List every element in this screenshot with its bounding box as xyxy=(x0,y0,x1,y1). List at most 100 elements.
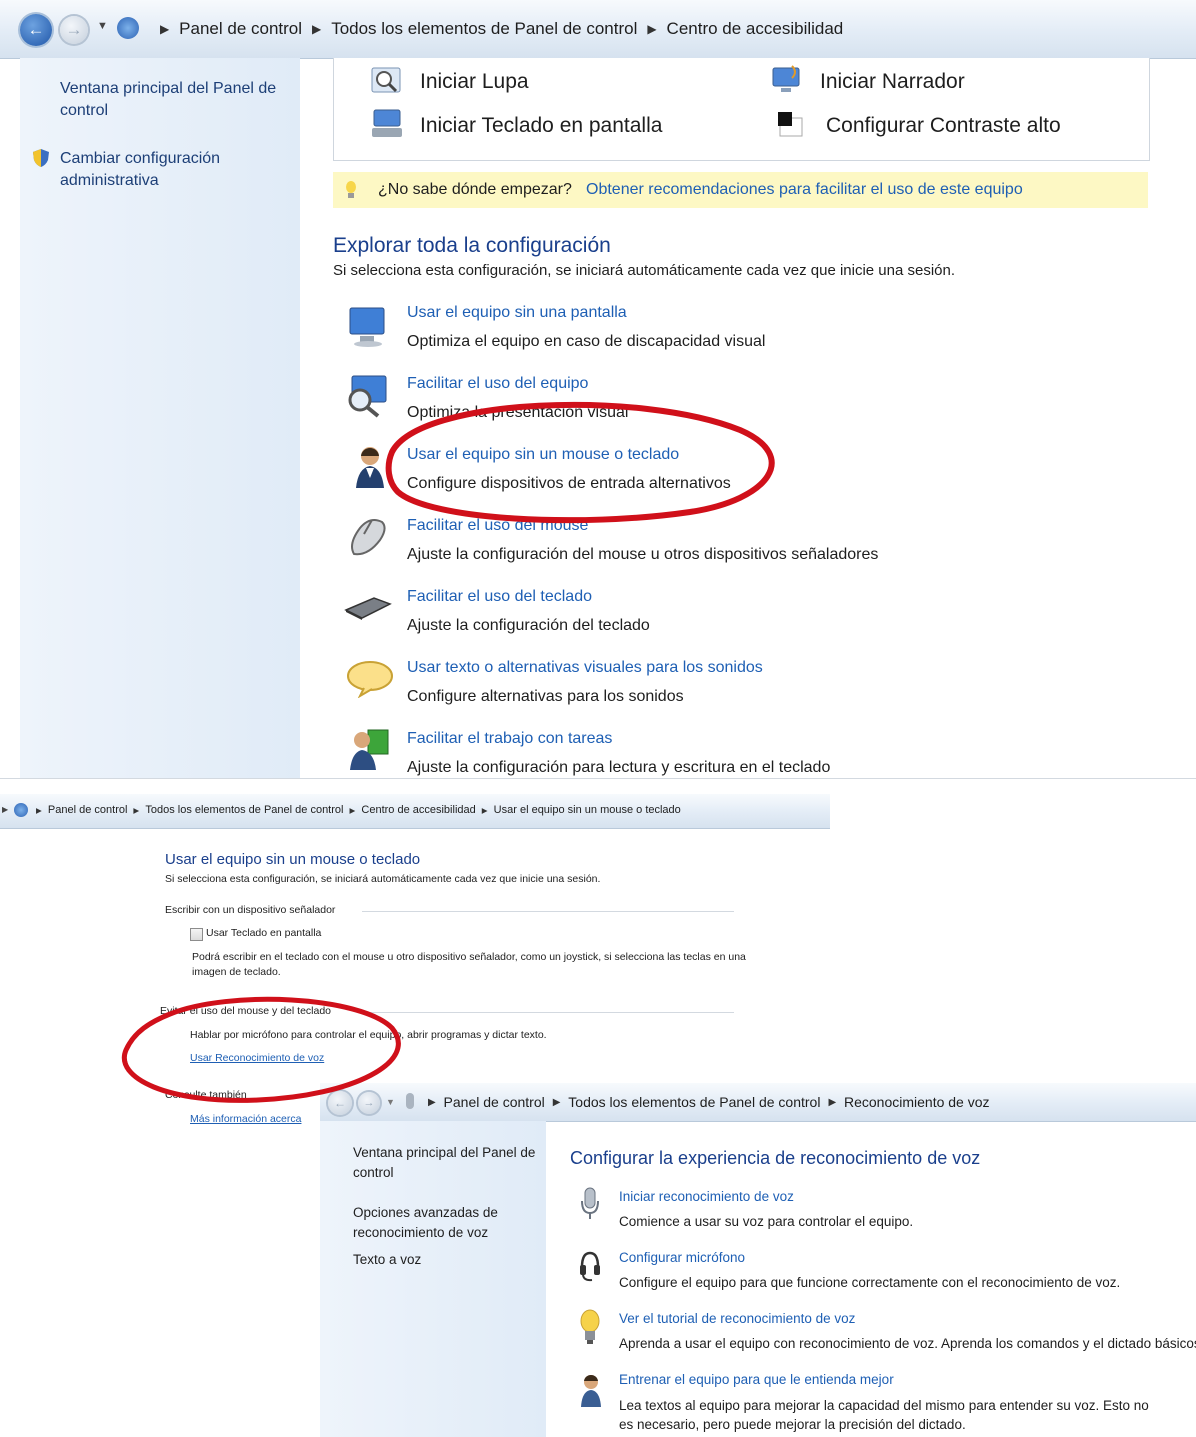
breadcrumb-separator-icon: ▶ xyxy=(647,22,657,36)
shield-icon xyxy=(32,148,50,168)
window-speech-recognition: ← → ▼ ▶ Panel de control ▶ Todos los ele… xyxy=(320,1083,1196,1437)
item-mouse-link[interactable]: Facilitar el uso del mouse xyxy=(407,517,588,535)
configure-microphone-link[interactable]: Configurar micrófono xyxy=(619,1250,745,1265)
checkbox-label[interactable]: Usar Teclado en pantalla xyxy=(206,927,321,939)
item-mouse-desc: Ajuste la configuración del mouse u otro… xyxy=(407,546,879,563)
forward-button[interactable]: → xyxy=(358,1092,380,1114)
item-easier-computer-desc: Optimiza la presentación visual xyxy=(407,404,629,421)
start-speech-link[interactable]: Iniciar reconocimiento de voz xyxy=(619,1189,794,1204)
breadcrumb-separator-icon: ▶ xyxy=(36,805,42,815)
breadcrumb: ▶ Panel de control ▶ Todos los elementos… xyxy=(150,19,843,39)
quick-tools-panel: Iniciar Lupa Iniciar Narrador Iniciar Te… xyxy=(333,58,1150,161)
left-link-admin[interactable]: Cambiar configuración administrativa xyxy=(60,148,260,192)
page-title: Usar el equipo sin un mouse o teclado xyxy=(165,851,421,868)
section-avoid-mouse-keyboard: Evitar el uso del mouse y del teclado xyxy=(160,1005,332,1017)
breadcrumb-item[interactable]: Panel de control xyxy=(444,1094,545,1110)
breadcrumb-separator-icon: ▶ xyxy=(312,22,322,36)
item-no-mouse-link[interactable]: Usar el equipo sin un mouse o teclado xyxy=(407,446,679,464)
item-easier-computer-link[interactable]: Facilitar el uso del equipo xyxy=(407,375,588,393)
microphone-icon xyxy=(580,1187,600,1221)
section-pointing-device: Escribir con un dispositivo señalador xyxy=(165,904,336,916)
quick-tool-magnifier[interactable]: Iniciar Lupa xyxy=(420,70,529,94)
left-link-text-to-speech[interactable]: Texto a voz xyxy=(353,1252,421,1267)
history-dropdown-icon[interactable]: ▼ xyxy=(97,20,108,32)
quick-tool-contrast[interactable]: Configurar Contraste alto xyxy=(826,114,1061,138)
page-subtitle: Si selecciona esta configuración, se ini… xyxy=(165,873,601,885)
checkbox-description: Podrá escribir en el teclado con el mous… xyxy=(192,951,746,978)
left-link-main[interactable]: Ventana principal del Panel de control xyxy=(60,78,300,122)
narrator-icon xyxy=(770,64,804,96)
mouse-icon xyxy=(346,514,392,560)
left-pane: Ventana principal del Panel de control O… xyxy=(320,1121,546,1437)
headset-icon xyxy=(578,1249,602,1283)
breadcrumb-separator-icon: ▶ xyxy=(552,1096,561,1108)
history-dropdown-icon[interactable]: ▼ xyxy=(386,1097,395,1107)
address-bar[interactable]: ← → ▼ ▶ Panel de control ▶ Todos los ele… xyxy=(320,1083,1196,1122)
tip-recommendations-link[interactable]: Obtener recomendaciones para facilitar e… xyxy=(586,181,1023,199)
section-see-also: Consulte también xyxy=(165,1089,247,1101)
more-info-link[interactable]: Más información acerca xyxy=(190,1113,301,1125)
control-panel-icon xyxy=(117,17,139,39)
breadcrumb: ▶ Panel de control ▶ Todos los elementos… xyxy=(420,1094,990,1110)
breadcrumb-separator-icon: ▶ xyxy=(828,1096,836,1108)
left-link-main[interactable]: Ventana principal del Panel de control xyxy=(353,1143,543,1183)
item-keyboard-desc: Ajuste la configuración del teclado xyxy=(407,617,650,634)
breadcrumb-item[interactable]: Panel de control xyxy=(48,804,128,816)
person-icon xyxy=(580,1373,602,1409)
back-button[interactable]: ← xyxy=(328,1091,352,1115)
keyboard-icon xyxy=(344,592,392,622)
breadcrumb-item[interactable]: Panel de control xyxy=(179,19,302,39)
forward-button[interactable]: → xyxy=(60,16,88,44)
speech-recognition-link[interactable]: Usar Reconocimiento de voz xyxy=(190,1052,324,1064)
start-speech-desc: Comience a usar su voz para controlar el… xyxy=(619,1214,914,1229)
back-button[interactable]: ← xyxy=(20,14,52,46)
speech-bubble-icon xyxy=(346,658,394,698)
quick-tool-keyboard[interactable]: Iniciar Teclado en pantalla xyxy=(420,114,662,138)
forward-arrow-icon: → xyxy=(65,20,83,39)
page-title: Configurar la experiencia de reconocimie… xyxy=(570,1148,981,1168)
history-dropdown-icon[interactable]: ▶ xyxy=(2,805,8,814)
back-arrow-icon: ← xyxy=(334,1096,346,1110)
breadcrumb-item[interactable]: Centro de accesibilidad xyxy=(361,804,475,816)
address-bar[interactable]: ▶ ▶ Panel de control ▶ Todos los element… xyxy=(0,794,830,829)
quick-tool-narrator[interactable]: Iniciar Narrador xyxy=(820,70,965,94)
item-sounds-desc: Configure alternativas para los sonidos xyxy=(407,688,684,705)
breadcrumb-item[interactable]: Todos los elementos de Panel de control xyxy=(145,804,343,816)
train-computer-desc: Lea textos al equipo para mejorar la cap… xyxy=(619,1398,1149,1432)
tutorial-link[interactable]: Ver el tutorial de reconocimiento de voz xyxy=(619,1311,855,1326)
lightbulb-icon xyxy=(345,180,357,200)
explore-subtitle: Si selecciona esta configuración, se ini… xyxy=(333,262,956,279)
item-sounds-link[interactable]: Usar texto o alternativas visuales para … xyxy=(407,659,763,677)
breadcrumb-separator-icon: ▶ xyxy=(481,805,488,815)
microphone-small-icon xyxy=(406,1093,414,1109)
back-arrow-icon: ← xyxy=(27,20,45,39)
on-screen-keyboard-checkbox[interactable] xyxy=(190,928,203,941)
item-no-screen-desc: Optimiza el equipo en caso de discapacid… xyxy=(407,333,766,350)
breadcrumb-item[interactable]: Reconocimiento de voz xyxy=(844,1094,990,1110)
breadcrumb-item[interactable]: Centro de accesibilidad xyxy=(667,19,844,39)
window-bottom-divider xyxy=(0,778,1196,779)
item-keyboard-link[interactable]: Facilitar el uso del teclado xyxy=(407,588,592,606)
tasks-person-icon xyxy=(346,726,392,772)
section-divider xyxy=(362,1012,734,1013)
monitor-narrator-icon xyxy=(346,304,390,348)
control-panel-icon xyxy=(14,803,28,817)
tip-bar: ¿No sabe dónde empezar? Obtener recomend… xyxy=(333,172,1148,208)
explore-title: Explorar toda la configuración xyxy=(333,234,611,257)
breadcrumb-separator-icon: ▶ xyxy=(349,805,356,815)
breadcrumb-item[interactable]: Todos los elementos de Panel de control xyxy=(331,19,637,39)
configure-microphone-desc: Configure el equipo para que funcione co… xyxy=(619,1275,1121,1290)
section-divider xyxy=(362,911,734,912)
item-no-mouse-desc: Configure dispositivos de entrada altern… xyxy=(407,475,731,492)
item-no-screen-link[interactable]: Usar el equipo sin una pantalla xyxy=(407,304,627,322)
breadcrumb-item[interactable]: Usar el equipo sin un mouse o teclado xyxy=(494,804,681,816)
item-tasks-link[interactable]: Facilitar el trabajo con tareas xyxy=(407,730,612,748)
speech-description: Hablar por micrófono para controlar el e… xyxy=(190,1029,547,1041)
breadcrumb-separator-icon: ▶ xyxy=(428,1096,436,1108)
breadcrumb-item[interactable]: Todos los elementos de Panel de control xyxy=(568,1094,820,1110)
lightbulb-icon xyxy=(580,1309,600,1347)
train-computer-link[interactable]: Entrenar el equipo para que le entienda … xyxy=(619,1372,894,1387)
item-tasks-desc: Ajuste la configuración para lectura y e… xyxy=(407,759,831,776)
left-link-advanced[interactable]: Opciones avanzadas de reconocimiento de … xyxy=(353,1203,523,1243)
address-bar[interactable]: ← → ▼ ▶ Panel de control ▶ Todos los ele… xyxy=(0,0,1196,59)
